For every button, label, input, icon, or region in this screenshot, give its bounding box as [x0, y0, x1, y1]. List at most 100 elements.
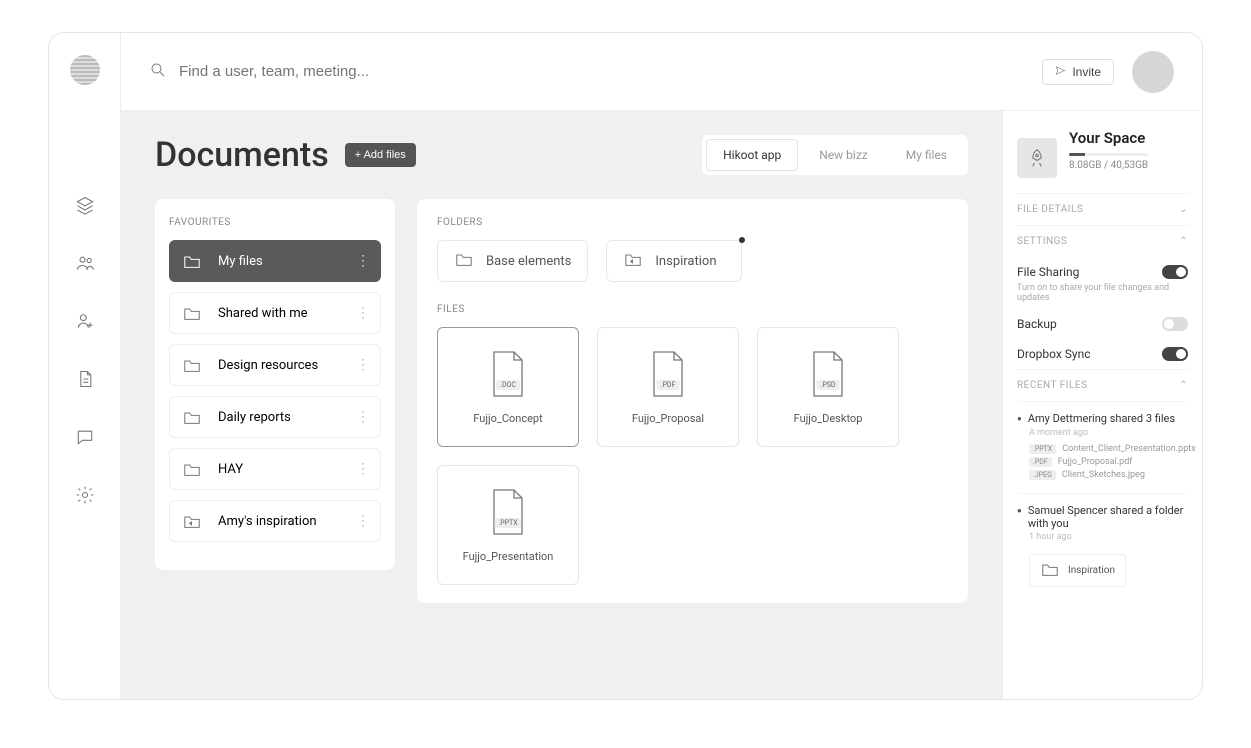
tabs: Hikoot appNew bizzMy files: [702, 135, 968, 175]
file-icon: .PSD: [808, 350, 848, 398]
feed-file[interactable]: .JPEGClient_Sketches.jpeg: [1029, 470, 1188, 480]
favourite-item[interactable]: Shared with me ⋮: [169, 292, 381, 334]
search-icon: [149, 61, 167, 83]
feed-title: Amy Dettmering shared 3 files: [1017, 412, 1188, 426]
more-icon[interactable]: ⋮: [356, 409, 370, 425]
favourite-item[interactable]: Design resources ⋮: [169, 344, 381, 386]
toggle[interactable]: [1162, 347, 1188, 361]
more-icon[interactable]: ⋮: [356, 357, 370, 373]
folder-chip[interactable]: Inspiration: [606, 240, 742, 282]
file-card[interactable]: .PSD Fujjo_Desktop: [757, 327, 899, 447]
avatar[interactable]: [1132, 51, 1174, 93]
nav-document[interactable]: [65, 359, 105, 399]
feed-item: Samuel Spencer shared a folder with you 1…: [1017, 493, 1188, 597]
folder-icon: [182, 461, 202, 477]
folder-chip[interactable]: Base elements: [437, 240, 588, 282]
share-folder-icon: [623, 251, 643, 271]
feed-file[interactable]: .PPTXContent_Client_Presentation.pptx: [1029, 444, 1188, 454]
folder-icon: [182, 409, 202, 425]
folder-icon: [182, 253, 202, 269]
feed-item: Amy Dettmering shared 3 files A moment ag…: [1017, 401, 1188, 493]
topbar: Invite: [121, 33, 1202, 111]
favourite-label: Design resources: [218, 358, 318, 373]
file-icon: .PPTX: [488, 488, 528, 536]
folder-icon: [1040, 561, 1060, 580]
nav-chat[interactable]: [65, 417, 105, 457]
file-icon: .DOC: [488, 350, 528, 398]
favourite-item[interactable]: HAY ⋮: [169, 448, 381, 490]
chevron-up-icon: ⌃: [1179, 380, 1188, 391]
feed-time: A moment ago: [1029, 428, 1188, 438]
setting-row: Dropbox Sync: [1017, 339, 1188, 369]
tab-2[interactable]: My files: [889, 139, 964, 171]
feed-time: 1 hour ago: [1029, 532, 1188, 542]
setting-desc: Turn on to share your file changes and u…: [1017, 283, 1188, 303]
folders-files-panel: FOLDERS Base elements Inspiration FILES .…: [417, 199, 968, 603]
favourite-label: Daily reports: [218, 410, 291, 425]
chevron-down-icon: ⌄: [1179, 204, 1188, 215]
folder-label: Inspiration: [655, 254, 716, 269]
add-files-button[interactable]: + Add files: [345, 143, 416, 167]
file-card[interactable]: .PDF Fujjo_Proposal: [597, 327, 739, 447]
folder-label: Base elements: [486, 254, 571, 269]
share-folder-icon: [182, 513, 202, 529]
favourite-item[interactable]: My files ⋮: [169, 240, 381, 282]
notification-dot: [739, 237, 745, 243]
folder-icon: [182, 357, 202, 373]
logo: [70, 55, 100, 85]
right-panel: Your Space 8.08GB / 40,53GB FILE DETAILS…: [1002, 111, 1202, 699]
toggle[interactable]: [1162, 265, 1188, 279]
section-settings[interactable]: SETTINGS ⌃: [1017, 225, 1188, 257]
file-card[interactable]: .PPTX Fujjo_Presentation: [437, 465, 579, 585]
sidebar-nav: [49, 33, 121, 699]
feed-file[interactable]: .PDFFujjo_Proposal.pdf: [1029, 457, 1188, 467]
search-input[interactable]: [179, 63, 559, 80]
more-icon[interactable]: ⋮: [356, 461, 370, 477]
setting-label: Backup: [1017, 317, 1057, 331]
tab-1[interactable]: New bizz: [802, 139, 884, 171]
file-card[interactable]: .DOC Fujjo_Concept: [437, 327, 579, 447]
favourites-heading: FAVOURITES: [169, 217, 381, 228]
favourite-label: HAY: [218, 462, 243, 477]
favourite-item[interactable]: Daily reports ⋮: [169, 396, 381, 438]
favourite-label: Shared with me: [218, 306, 308, 321]
file-name: Fujjo_Concept: [473, 412, 542, 425]
favourite-label: My files: [218, 254, 263, 269]
setting-label: File Sharing: [1017, 265, 1079, 279]
space-title: Your Space: [1069, 129, 1148, 147]
more-icon[interactable]: ⋮: [356, 305, 370, 321]
page-title: Documents: [155, 135, 329, 175]
setting-label: Dropbox Sync: [1017, 347, 1091, 361]
file-icon: .PDF: [648, 350, 688, 398]
invite-button[interactable]: Invite: [1042, 59, 1114, 85]
section-recent-files[interactable]: RECENT FILES ⌃: [1017, 369, 1188, 401]
toggle[interactable]: [1162, 317, 1188, 331]
favourite-item[interactable]: Amy's inspiration ⋮: [169, 500, 381, 542]
favourites-panel: FAVOURITES My files⋮Shared with me⋮Desig…: [155, 199, 395, 570]
chevron-up-icon: ⌃: [1179, 236, 1188, 247]
file-name: Fujjo_Presentation: [463, 550, 554, 563]
folders-heading: FOLDERS: [437, 217, 948, 228]
setting-row: Backup: [1017, 309, 1188, 339]
nav-settings[interactable]: [65, 475, 105, 515]
files-heading: FILES: [437, 304, 948, 315]
space-usage: 8.08GB / 40,53GB: [1069, 160, 1148, 171]
feed-title: Samuel Spencer shared a folder with you: [1017, 504, 1188, 530]
folder-icon: [182, 305, 202, 321]
file-name: Fujjo_Desktop: [794, 412, 863, 425]
rocket-icon: [1017, 138, 1057, 178]
tab-0[interactable]: Hikoot app: [706, 139, 798, 171]
nav-user-add[interactable]: [65, 301, 105, 341]
folder-icon: [454, 251, 474, 271]
nav-team[interactable]: [65, 243, 105, 283]
invite-label: Invite: [1072, 65, 1101, 79]
storage-bar: [1069, 153, 1148, 156]
more-icon[interactable]: ⋮: [356, 513, 370, 529]
file-name: Fujjo_Proposal: [632, 412, 704, 425]
send-icon: [1055, 65, 1066, 79]
section-file-details[interactable]: FILE DETAILS ⌄: [1017, 193, 1188, 225]
feed-folder[interactable]: Inspiration: [1029, 554, 1126, 587]
favourite-label: Amy's inspiration: [218, 514, 317, 529]
nav-layers[interactable]: [65, 185, 105, 225]
more-icon[interactable]: ⋮: [356, 253, 370, 269]
